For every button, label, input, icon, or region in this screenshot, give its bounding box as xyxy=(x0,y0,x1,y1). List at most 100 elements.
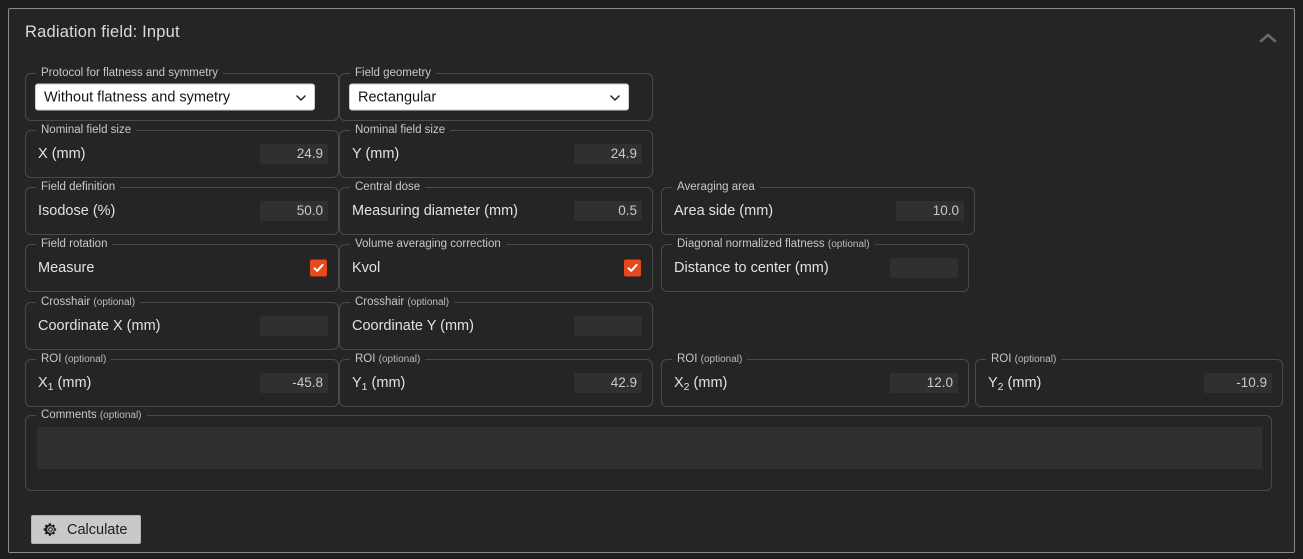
radiation-field-input-panel: Radiation field: Input Protocol for flat… xyxy=(8,8,1295,553)
roi-x1-input[interactable]: -45.8 xyxy=(260,373,328,393)
group-roi-y1: ROI (optional) Y1 (mm) 42.9 xyxy=(339,352,653,407)
chevron-down-icon xyxy=(294,90,308,104)
nominal-x-label: X (mm) xyxy=(38,146,86,162)
nominal-y-input[interactable]: 24.9 xyxy=(574,144,642,164)
roi-x2-label-sub: 2 xyxy=(683,381,690,393)
crosshair-y-legend-text: Crosshair xyxy=(355,296,405,308)
field-geometry-select[interactable]: Rectangular xyxy=(349,83,629,111)
roi-y2-label-base: Y xyxy=(988,375,998,391)
checkmark-icon xyxy=(313,263,324,272)
group-roi-y2: ROI (optional) Y2 (mm) -10.9 xyxy=(975,352,1283,407)
field-rotation-checkbox[interactable] xyxy=(310,259,327,277)
roi-y1-input[interactable]: 42.9 xyxy=(574,373,642,393)
group-crosshair-y-legend: Crosshair (optional) xyxy=(350,295,455,310)
kvol-label: Kvol xyxy=(352,260,381,276)
field-geometry-select-value: Rectangular xyxy=(358,89,437,105)
roi-y2-legend-text: ROI xyxy=(991,353,1012,365)
roi-x1-label-base: X xyxy=(38,375,48,391)
distance-to-center-label: Distance to center (mm) xyxy=(674,260,829,276)
measuring-diameter-input[interactable]: 0.5 xyxy=(574,201,642,221)
group-roi-y2-legend: ROI (optional) xyxy=(986,352,1062,367)
diagonal-flatness-optional-tag: (optional) xyxy=(827,239,870,250)
group-protocol-legend: Protocol for flatness and symmetry xyxy=(36,66,224,80)
roi-x1-label-unit: (mm) xyxy=(53,375,92,391)
comments-textarea[interactable] xyxy=(37,427,1262,469)
isodose-label: Isodose (%) xyxy=(38,203,116,219)
group-crosshair-y: Crosshair (optional) Coordinate Y (mm) xyxy=(339,295,653,350)
roi-x1-label: X1 (mm) xyxy=(38,375,92,393)
roi-x2-input[interactable]: 12.0 xyxy=(890,373,958,393)
coordinate-y-label: Coordinate Y (mm) xyxy=(352,318,474,334)
group-central-dose-legend: Central dose xyxy=(350,180,426,194)
group-nominal-field-size-y-legend: Nominal field size xyxy=(350,123,451,137)
coordinate-x-label: Coordinate X (mm) xyxy=(38,318,161,334)
group-nominal-field-size-y: Nominal field size Y (mm) 24.9 xyxy=(339,123,653,178)
nominal-y-label: Y (mm) xyxy=(352,146,400,162)
coordinate-x-input[interactable] xyxy=(260,316,328,336)
kvol-checkbox[interactable] xyxy=(624,259,641,277)
roi-y1-label-base: Y xyxy=(352,375,362,391)
crosshair-y-optional-tag: (optional) xyxy=(407,297,450,308)
crosshair-x-legend-text: Crosshair xyxy=(41,296,91,308)
roi-y2-label-sub: 2 xyxy=(997,381,1004,393)
roi-y2-optional-tag: (optional) xyxy=(1014,354,1057,365)
chevron-up-icon[interactable] xyxy=(1254,27,1282,49)
group-roi-x1-legend: ROI (optional) xyxy=(36,352,112,367)
diagonal-flatness-legend-text: Diagonal normalized flatness xyxy=(677,238,825,250)
group-volume-averaging-legend: Volume averaging correction xyxy=(350,237,506,251)
group-crosshair-x-legend: Crosshair (optional) xyxy=(36,295,141,310)
nominal-x-input[interactable]: 24.9 xyxy=(260,144,328,164)
group-averaging-area: Averaging area Area side (mm) 10.0 xyxy=(661,180,975,235)
checkmark-icon xyxy=(627,263,638,272)
group-central-dose: Central dose Measuring diameter (mm) 0.5 xyxy=(339,180,653,235)
group-protocol: Protocol for flatness and symmetry Witho… xyxy=(25,66,339,121)
roi-x1-legend-text: ROI xyxy=(41,353,62,365)
roi-y1-legend-text: ROI xyxy=(355,353,376,365)
field-rotation-label: Measure xyxy=(38,260,95,276)
area-side-input[interactable]: 10.0 xyxy=(896,201,964,221)
roi-y1-label-unit: (mm) xyxy=(367,375,406,391)
protocol-select-value: Without flatness and symetry xyxy=(44,89,231,105)
group-field-definition-legend: Field definition xyxy=(36,180,121,194)
roi-y2-label-unit: (mm) xyxy=(1003,375,1042,391)
roi-x1-optional-tag: (optional) xyxy=(64,354,107,365)
roi-x1-label-sub: 1 xyxy=(47,381,54,393)
coordinate-y-input[interactable] xyxy=(574,316,642,336)
chevron-down-icon xyxy=(608,90,622,104)
group-nominal-field-size-x: Nominal field size X (mm) 24.9 xyxy=(25,123,339,178)
group-diagonal-normalized-flatness: Diagonal normalized flatness (optional) … xyxy=(661,237,969,292)
roi-y2-input[interactable]: -10.9 xyxy=(1204,373,1272,393)
roi-x2-legend-text: ROI xyxy=(677,353,698,365)
isodose-input[interactable]: 50.0 xyxy=(260,201,328,221)
roi-y1-label-sub: 1 xyxy=(361,381,368,393)
group-roi-x2-legend: ROI (optional) xyxy=(672,352,748,367)
group-field-geometry-legend: Field geometry xyxy=(350,66,437,80)
group-comments-legend: Comments (optional) xyxy=(36,408,147,423)
group-field-definition: Field definition Isodose (%) 50.0 xyxy=(25,180,339,235)
roi-x2-label-unit: (mm) xyxy=(689,375,728,391)
group-field-geometry: Field geometry Rectangular xyxy=(339,66,653,121)
protocol-select[interactable]: Without flatness and symetry xyxy=(35,83,315,111)
roi-x2-label-base: X xyxy=(674,375,684,391)
group-averaging-area-legend: Averaging area xyxy=(672,180,760,194)
roi-y1-optional-tag: (optional) xyxy=(378,354,421,365)
comments-optional-tag: (optional) xyxy=(99,410,142,421)
roi-x2-label: X2 (mm) xyxy=(674,375,728,393)
comments-legend-text: Comments xyxy=(41,409,97,421)
group-roi-x1: ROI (optional) X1 (mm) -45.8 xyxy=(25,352,339,407)
group-comments: Comments (optional) xyxy=(25,408,1272,491)
gear-icon xyxy=(43,522,58,537)
distance-to-center-input[interactable] xyxy=(890,258,958,278)
page-title: Radiation field: Input xyxy=(25,23,180,41)
group-roi-y1-legend: ROI (optional) xyxy=(350,352,426,367)
roi-y1-label: Y1 (mm) xyxy=(352,375,406,393)
calculate-button[interactable]: Calculate xyxy=(31,515,142,544)
roi-x2-optional-tag: (optional) xyxy=(700,354,743,365)
crosshair-x-optional-tag: (optional) xyxy=(93,297,136,308)
group-field-rotation: Field rotation Measure xyxy=(25,237,339,292)
roi-y2-label: Y2 (mm) xyxy=(988,375,1042,393)
measuring-diameter-label: Measuring diameter (mm) xyxy=(352,203,518,219)
calculate-button-label: Calculate xyxy=(67,521,128,538)
group-field-rotation-legend: Field rotation xyxy=(36,237,113,251)
area-side-label: Area side (mm) xyxy=(674,203,774,219)
